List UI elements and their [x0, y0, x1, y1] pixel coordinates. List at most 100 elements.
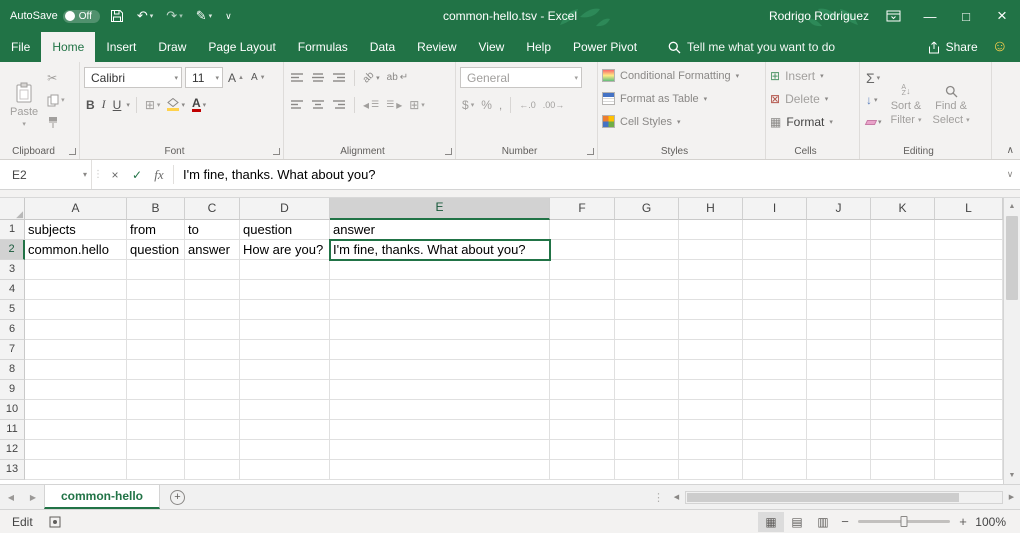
cell-B10[interactable] [127, 400, 185, 420]
cell-C2[interactable]: answer [185, 240, 240, 260]
cell-H13[interactable] [679, 460, 743, 480]
row-header-8[interactable]: 8 [0, 360, 25, 380]
cell-C12[interactable] [185, 440, 240, 460]
zoom-slider-thumb[interactable] [901, 516, 908, 527]
scroll-up-button[interactable]: ▲ [1004, 198, 1020, 215]
row-header-3[interactable]: 3 [0, 260, 25, 280]
customize-qat-button[interactable]: ∨ [222, 9, 235, 24]
italic-button[interactable]: I [100, 96, 108, 114]
cell-J6[interactable] [807, 320, 871, 340]
cell-I10[interactable] [743, 400, 807, 420]
zoom-level[interactable]: 100% [972, 515, 1020, 529]
autosave-toggle[interactable]: AutoSave Off [10, 10, 100, 23]
tab-help[interactable]: Help [515, 32, 562, 62]
cell-A3[interactable] [25, 260, 127, 280]
cell-E2[interactable]: I'm fine, thanks. What about you? [330, 240, 550, 260]
zoom-out-button[interactable]: − [836, 514, 854, 529]
name-box[interactable]: E2 ▾ [0, 160, 92, 189]
cell-B13[interactable] [127, 460, 185, 480]
formula-bar-expand-button[interactable]: ∨ [1000, 160, 1020, 189]
cell-C4[interactable] [185, 280, 240, 300]
row-header-12[interactable]: 12 [0, 440, 25, 460]
align-middle-button[interactable] [309, 69, 327, 87]
clear-button[interactable]: ▾ [864, 113, 884, 131]
cell-G8[interactable] [615, 360, 679, 380]
cell-D11[interactable] [240, 420, 330, 440]
cell-H1[interactable] [679, 220, 743, 240]
macro-record-button[interactable] [43, 516, 67, 528]
cell-L5[interactable] [935, 300, 1003, 320]
cell-A2[interactable]: common.hello [25, 240, 127, 260]
cell-E3[interactable] [330, 260, 550, 280]
cell-H6[interactable] [679, 320, 743, 340]
cell-K4[interactable] [871, 280, 935, 300]
row-header-2[interactable]: 2 [0, 240, 25, 260]
tab-view[interactable]: View [468, 32, 516, 62]
bold-button[interactable]: B [84, 96, 97, 114]
cell-L6[interactable] [935, 320, 1003, 340]
cell-H9[interactable] [679, 380, 743, 400]
cell-E10[interactable] [330, 400, 550, 420]
cell-L12[interactable] [935, 440, 1003, 460]
number-format-select[interactable]: General▾ [460, 67, 582, 88]
cell-A8[interactable] [25, 360, 127, 380]
cell-B11[interactable] [127, 420, 185, 440]
cell-H3[interactable] [679, 260, 743, 280]
zoom-in-button[interactable]: + [954, 514, 972, 529]
cell-J10[interactable] [807, 400, 871, 420]
cell-G11[interactable] [615, 420, 679, 440]
cell-D9[interactable] [240, 380, 330, 400]
row-header-6[interactable]: 6 [0, 320, 25, 340]
vertical-scroll-track[interactable] [1004, 215, 1020, 467]
column-header-C[interactable]: C [185, 198, 240, 220]
cell-E9[interactable] [330, 380, 550, 400]
cell-B1[interactable]: from [127, 220, 185, 240]
cell-A7[interactable] [25, 340, 127, 360]
zoom-slider[interactable] [858, 520, 950, 523]
cell-L2[interactable] [935, 240, 1003, 260]
format-painter-button[interactable] [45, 113, 67, 131]
pen-button[interactable]: ✎▾ [193, 6, 215, 26]
cell-B4[interactable] [127, 280, 185, 300]
cell-F8[interactable] [550, 360, 615, 380]
sort-filter-button[interactable]: AZ↓ Sort & Filter▾ [887, 66, 926, 144]
cell-I5[interactable] [743, 300, 807, 320]
cell-K12[interactable] [871, 440, 935, 460]
cell-G5[interactable] [615, 300, 679, 320]
cell-I12[interactable] [743, 440, 807, 460]
cell-F1[interactable] [550, 220, 615, 240]
cell-A13[interactable] [25, 460, 127, 480]
cell-A4[interactable] [25, 280, 127, 300]
sheet-tab-active[interactable]: common-hello [44, 485, 160, 509]
cell-F9[interactable] [550, 380, 615, 400]
column-header-G[interactable]: G [615, 198, 679, 220]
delete-cells-button[interactable]: ⊠ Delete ▾ [770, 89, 855, 108]
cancel-button[interactable]: × [104, 160, 126, 189]
cell-A9[interactable] [25, 380, 127, 400]
cell-H5[interactable] [679, 300, 743, 320]
wrap-text-button[interactable]: ab↵ [385, 69, 411, 87]
tab-power-pivot[interactable]: Power Pivot [562, 32, 648, 62]
align-left-button[interactable] [288, 96, 306, 114]
autosum-button[interactable]: Σ▾ [864, 69, 884, 87]
align-bottom-button[interactable] [330, 69, 348, 87]
cell-J3[interactable] [807, 260, 871, 280]
tab-page-layout[interactable]: Page Layout [197, 32, 286, 62]
row-header-11[interactable]: 11 [0, 420, 25, 440]
cell-B3[interactable] [127, 260, 185, 280]
cell-styles-button[interactable]: Cell Styles ▾ [602, 112, 761, 131]
cell-D3[interactable] [240, 260, 330, 280]
cell-K3[interactable] [871, 260, 935, 280]
column-header-D[interactable]: D [240, 198, 330, 220]
row-header-1[interactable]: 1 [0, 220, 25, 240]
column-header-L[interactable]: L [935, 198, 1003, 220]
cell-B6[interactable] [127, 320, 185, 340]
hscroll-right-button[interactable]: ▶ [1003, 485, 1020, 509]
cell-I7[interactable] [743, 340, 807, 360]
collapse-ribbon-button[interactable]: ∧ [1007, 145, 1014, 156]
cell-F6[interactable] [550, 320, 615, 340]
cell-C3[interactable] [185, 260, 240, 280]
cell-J11[interactable] [807, 420, 871, 440]
cell-L7[interactable] [935, 340, 1003, 360]
cell-G12[interactable] [615, 440, 679, 460]
